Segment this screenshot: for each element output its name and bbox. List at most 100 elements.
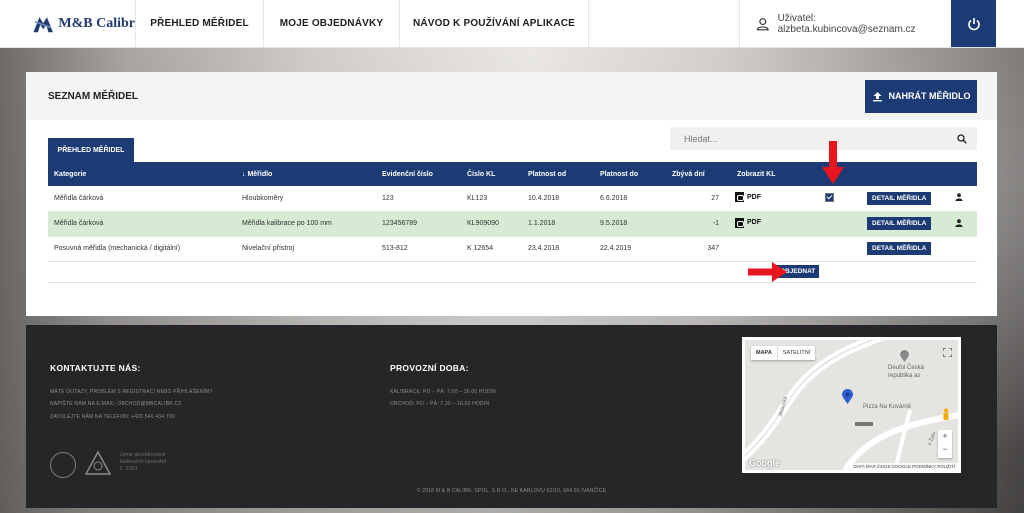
cell-zbyva: 347 bbox=[666, 236, 723, 262]
cell-detail: DETAIL MĚŘIDLA bbox=[861, 211, 941, 237]
logo-mark-icon bbox=[33, 16, 53, 32]
col-evidencni-cislo[interactable]: Evidenční číslo bbox=[376, 162, 461, 186]
upload-label: NAHRÁT MĚŘIDLO bbox=[888, 91, 971, 101]
cell-cislo-kl: KL909090 bbox=[461, 211, 522, 237]
accreditation-text-2: kalibrační laboratoř bbox=[120, 459, 167, 465]
zoom-out-icon[interactable]: − bbox=[938, 443, 952, 456]
cell-kategorie: Posuvná měřidla (mechanická / digitální) bbox=[48, 236, 236, 262]
hours-line: OBCHOD: PO – PÁ: 7.30 – 16.00 HODIN bbox=[390, 401, 490, 407]
annotation-arrow-down-icon bbox=[822, 141, 844, 184]
hours-heading: PROVOZNÍ DOBA: bbox=[390, 363, 469, 373]
copyright: © 2018 M & B CALIBR, SPOL. S R.O., KE KA… bbox=[416, 488, 607, 494]
meridla-card: SEZNAM MĚŘIDEL NAHRÁT MĚŘIDLO Hledat... … bbox=[26, 72, 997, 316]
cell-evidencni: 513-812 bbox=[376, 236, 461, 262]
col-platnost-do[interactable]: Platnost do bbox=[594, 162, 666, 186]
location-map[interactable]: MAPA SATELITNÍ Deufol Česká republika as… bbox=[742, 337, 961, 473]
pdf-label: PDF bbox=[747, 193, 761, 201]
cell-detail: DETAIL MĚŘIDLA bbox=[861, 236, 941, 262]
pdf-link[interactable]: PDF bbox=[735, 217, 761, 228]
search-placeholder: Hledat... bbox=[684, 133, 718, 144]
cell-pdf: PDF bbox=[723, 186, 815, 212]
cell-zbyva: 27 bbox=[666, 186, 723, 212]
map-tab-mapa[interactable]: MAPA bbox=[751, 346, 778, 360]
detail-button[interactable]: DETAIL MĚŘIDLA bbox=[867, 242, 932, 255]
search-icon[interactable] bbox=[957, 133, 967, 144]
hours-line: KALIBRACE: PO – PÁ: 7.00 – 16.00 HODIN bbox=[390, 389, 496, 395]
pdf-icon bbox=[735, 217, 744, 228]
user-info[interactable]: Uživatel: alzbeta.kubincova@seznam.cz bbox=[739, 0, 951, 47]
pegman-icon[interactable] bbox=[942, 408, 950, 422]
map-type-tabs: MAPA SATELITNÍ bbox=[751, 346, 816, 360]
zoom-controls: + − bbox=[938, 430, 952, 458]
cell-select bbox=[815, 211, 861, 237]
table-row[interactable]: Měřidla čárková Měřidla kalibrace po 100… bbox=[48, 211, 977, 237]
detail-button[interactable]: DETAIL MĚŘIDLA bbox=[867, 217, 932, 230]
cell-do: 22.4.2019 bbox=[594, 236, 666, 262]
fullscreen-icon[interactable] bbox=[943, 348, 952, 357]
cell-od: 23.4.2018 bbox=[522, 236, 594, 262]
user-icon bbox=[756, 17, 769, 30]
annotation-arrow-right-icon bbox=[748, 262, 787, 282]
map-tab-satelitni[interactable]: SATELITNÍ bbox=[778, 346, 815, 360]
map-pin-icon bbox=[842, 389, 853, 404]
power-icon bbox=[967, 17, 980, 30]
tab-prehled-meridel[interactable]: PŘEHLED MĚŘIDEL bbox=[48, 138, 134, 162]
cell-pdf: PDF bbox=[723, 211, 815, 237]
cell-od: 10.4.2018 bbox=[522, 186, 594, 212]
cell-cislo-kl: KL123 bbox=[461, 186, 522, 212]
logo-text: M&B Calibr bbox=[58, 15, 135, 31]
order-row bbox=[48, 259, 977, 283]
col-platnost-od[interactable]: Platnost od bbox=[522, 162, 594, 186]
cell-pdf bbox=[723, 236, 815, 262]
contact-phone[interactable]: ZAVOLEJTE NÁM NA TELEFON: +420 546 434 7… bbox=[50, 414, 175, 420]
map-pin-gray-icon bbox=[900, 350, 909, 362]
cell-meridlo: Nivelační přístroj bbox=[236, 236, 376, 262]
card-header: SEZNAM MĚŘIDEL NAHRÁT MĚŘIDLO bbox=[26, 72, 997, 120]
table-row[interactable]: Posuvná měřidla (mechanická / digitální)… bbox=[48, 236, 977, 262]
cell-owner bbox=[941, 186, 977, 212]
nav-moje-objednavky[interactable]: MOJE OBJEDNÁVKY bbox=[264, 0, 400, 47]
cell-do: 9.5.2018 bbox=[594, 211, 666, 237]
map-attribution[interactable]: DATA MAP ©2018 GOOGLE PODMÍNKY POUŽITÍ bbox=[850, 463, 958, 470]
zoom-in-icon[interactable]: + bbox=[938, 430, 952, 443]
top-navbar: M&B Calibr PŘEHLED MĚŘIDEL MOJE OBJEDNÁV… bbox=[0, 0, 1024, 48]
map-label-deufol: Deufol Česká republika as bbox=[888, 365, 925, 379]
pdf-link[interactable]: PDF bbox=[735, 192, 761, 203]
cell-detail: DETAIL MĚŘIDLA bbox=[861, 186, 941, 212]
footer: KONTAKTUJTE NÁS: MÁTE DOTAZY, PROBLÉM S … bbox=[26, 325, 997, 508]
contact-heading: KONTAKTUJTE NÁS: bbox=[50, 363, 141, 373]
contact-email[interactable]: NAPIŠTE NÁM NA E-MAIL: OBCHOD@MBCALIBR.C… bbox=[50, 401, 182, 407]
cell-owner bbox=[941, 211, 977, 237]
cell-kategorie: Měřidla čárková bbox=[48, 211, 236, 237]
page-title: SEZNAM MĚŘIDEL bbox=[48, 90, 138, 102]
person-icon bbox=[955, 193, 963, 202]
cell-meridlo: Měřidla kalibrace po 100 mm bbox=[236, 211, 376, 237]
contact-line: MÁTE DOTAZY, PROBLÉM S REGISTRACÍ NEBO P… bbox=[50, 389, 213, 395]
col-meridlo[interactable]: ↓ Měřidlo bbox=[236, 162, 376, 186]
upload-meridlo-button[interactable]: NAHRÁT MĚŘIDLO bbox=[865, 79, 977, 113]
pdf-label: PDF bbox=[747, 219, 761, 226]
google-logo: Google bbox=[749, 458, 780, 468]
logo[interactable]: M&B Calibr bbox=[0, 0, 136, 47]
nav-navod[interactable]: NÁVOD K POUŽÍVÁNÍ APLIKACE bbox=[400, 0, 589, 47]
col-cislo-kl[interactable]: Číslo KL bbox=[461, 162, 522, 186]
table-row[interactable]: Měřidla čárková Hloubkoměry 123 KL123 10… bbox=[48, 186, 977, 212]
col-zobrazit-kl: Zobrazit KL bbox=[737, 170, 776, 178]
cell-evidencni: 123 bbox=[376, 186, 461, 212]
detail-button[interactable]: DETAIL MĚŘIDLA bbox=[867, 191, 932, 205]
col-detail bbox=[861, 162, 941, 186]
accreditation-text-1: Jsme akreditovaná bbox=[120, 452, 166, 458]
row-checkbox[interactable] bbox=[825, 192, 834, 202]
col-zbyva-dni[interactable]: Zbývá dní bbox=[666, 162, 723, 186]
accreditation-logo-icon bbox=[84, 450, 112, 475]
cell-select bbox=[815, 186, 861, 212]
map-label-pizza: Pizza Na Kovárně bbox=[863, 404, 912, 410]
logout-button[interactable] bbox=[951, 0, 996, 47]
user-label: Uživatel: alzbeta.kubincova@seznam.cz bbox=[777, 12, 916, 35]
col-kategorie[interactable]: Kategorie bbox=[48, 162, 236, 186]
cell-od: 1.1.2018 bbox=[522, 211, 594, 237]
cell-cislo-kl: K 12654 bbox=[461, 236, 522, 262]
upload-icon bbox=[872, 91, 882, 101]
nav-prehled-meridel[interactable]: PŘEHLED MĚŘIDEL bbox=[136, 0, 264, 47]
cell-evidencni: 123456789 bbox=[376, 211, 461, 237]
